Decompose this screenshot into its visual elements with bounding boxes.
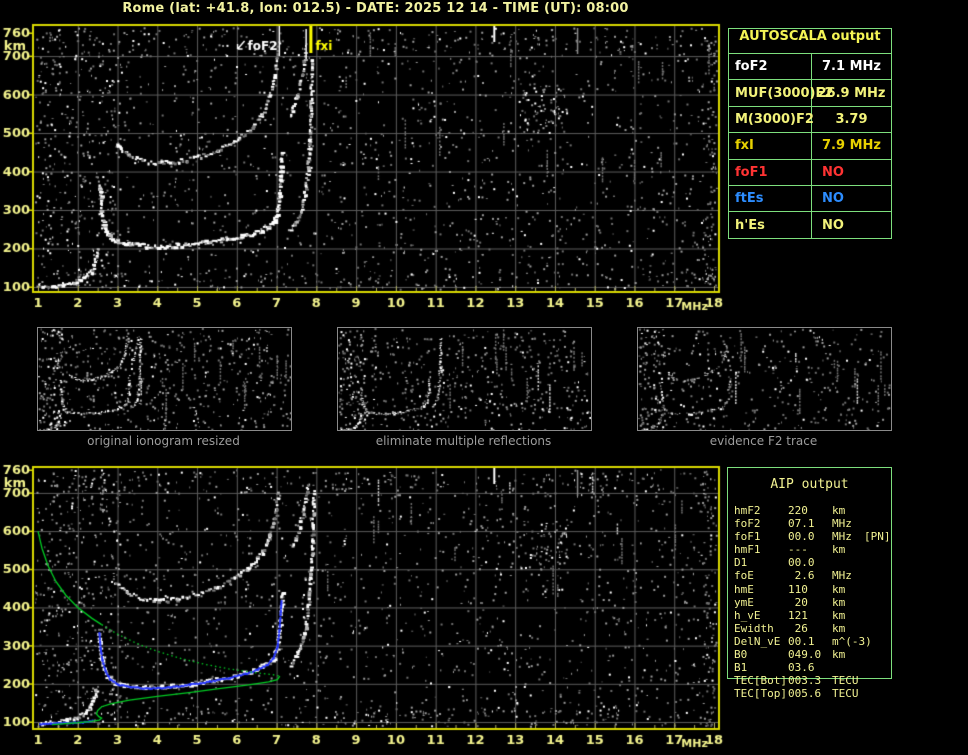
autoscala-rows: foF2 7.1 MHz MUF(3000)F2 26.9 MHz M(3000)F2 3… [729, 54, 891, 239]
autoscala-row-value: NO [822, 164, 844, 180]
aip-row: DelN_vE 00.1 m^(-3) [728, 635, 891, 648]
aip-value: 049.0 [788, 648, 822, 662]
aip-row: B1 03.6 [728, 661, 891, 674]
aip-param: hmE [734, 582, 754, 596]
aip-row: foF1 00.0 MHz [PN] [728, 530, 891, 543]
aip-value: 003.3 [788, 674, 822, 688]
aip-value: 00.0 [788, 556, 815, 570]
aip-row: hmE 110 km [728, 583, 891, 596]
aip-row: D1 00.0 [728, 556, 891, 569]
aip-value: 220 [788, 504, 808, 517]
aip-row: TEC[Top] 005.6 TECU [728, 687, 891, 700]
aip-unit: km [832, 504, 846, 517]
aip-unit: m^(-3) [832, 634, 872, 648]
aip-row: foF2 07.1 MHz [728, 517, 891, 530]
aip-param: ymE [734, 595, 754, 609]
aip-value: 00.1 [788, 634, 815, 648]
autoscala-row-label: fxI [729, 133, 812, 159]
aip-row: ymE 20 km [728, 596, 891, 609]
aip-value: 121 [788, 608, 808, 622]
aip-param: foF1 [734, 530, 761, 544]
thumbnail-original-ionogram [37, 327, 292, 431]
autoscala-row-value: 3.79 [835, 111, 868, 127]
autoscala-row-value: 7.1 MHz [822, 59, 881, 75]
aip-row: Ewidth 26 km [728, 622, 891, 635]
thumbnail-evidence-f2-trace [637, 327, 892, 431]
aip-param: hmF2 [734, 504, 761, 517]
aip-row: B0 049.0 km [728, 648, 891, 661]
autoscala-row-value: 7.9 MHz [822, 138, 881, 154]
aip-param: TEC[Top] [734, 687, 787, 701]
thumbnail-caption-original: original ionogram resized [87, 434, 240, 448]
aip-row: h_vE 121 km [728, 609, 891, 622]
aip-value: 2.6 [788, 569, 815, 583]
autoscala-row-label: ftEs [729, 185, 812, 212]
autoscala-header: AUTOSCALA output [729, 29, 891, 54]
aip-value: 110 [788, 582, 808, 596]
autoscala-row-value: NO [822, 191, 844, 207]
autoscala-row: foF1 NO [729, 159, 891, 186]
aip-unit: km [832, 648, 846, 662]
thumbnail-caption-evidence: evidence F2 trace [709, 434, 818, 448]
autoscala-panel: AUTOSCALA output foF2 7.1 MHz MUF(3000)F2 2… [728, 28, 892, 239]
autoscala-row-value: NO [822, 218, 844, 234]
aip-param: h_vE [734, 608, 761, 622]
aip-rows: hmF2 220 km foF2 07.1 MHz foF1 00.0 MHz [PN] hmF1 -… [728, 504, 891, 700]
aip-unit: km [832, 582, 846, 596]
aip-row: hmF1 --- km [728, 543, 891, 556]
aip-param: hmF1 [734, 543, 761, 557]
thumbnail-caption-eliminate: eliminate multiple reflections [375, 434, 552, 448]
aip-unit: TECU [832, 687, 859, 701]
aip-value: 005.6 [788, 687, 822, 701]
autoscala-row: M(3000)F2 3.79 [729, 106, 891, 134]
top-ionogram-canvas [0, 20, 725, 315]
aip-value: 03.6 [788, 661, 815, 675]
aip-param: D1 [734, 556, 748, 570]
aip-header: AIP output [770, 477, 849, 492]
aip-unit: km [832, 608, 846, 622]
thumbnail-eliminate-reflections [337, 327, 592, 431]
aip-unit: MHz [832, 569, 852, 583]
aip-param: foF2 [734, 517, 761, 531]
autoscala-row: foF2 7.1 MHz [729, 54, 891, 81]
aip-param: Ewidth [734, 621, 774, 635]
autoscala-row-label: MUF(3000)F2 [729, 80, 833, 106]
aip-unit: TECU [832, 674, 859, 688]
autoscala-row-value: 26.9 MHz [817, 85, 886, 101]
aip-unit: km [832, 543, 846, 557]
page-title: Rome (lat: +41.8, lon: 012.5) - DATE: 20… [122, 1, 629, 16]
aip-unit: MHz [832, 517, 852, 531]
aip-unit: km [832, 595, 846, 609]
bottom-ionogram-canvas [0, 460, 725, 755]
autoscala-row-label: foF1 [729, 159, 812, 185]
aip-param: TEC[Bot] [734, 674, 787, 688]
aip-value: 20 [788, 595, 808, 609]
autoscala-row-label: M(3000)F2 [729, 106, 814, 133]
aip-row: hmF2 220 km [728, 504, 891, 517]
autoscala-row: ftEs NO [729, 185, 891, 213]
aip-panel: AIP output hmF2 220 km foF2 07.1 MHz foF1 00.0 M… [727, 467, 892, 700]
aip-param: B0 [734, 648, 748, 662]
autoscala-row: fxI 7.9 MHz [729, 133, 891, 160]
autoscala-row: h'Es NO [729, 212, 891, 239]
aip-value: --- [788, 543, 808, 557]
aip-param: foE [734, 569, 754, 583]
aip-unit: km [832, 621, 846, 635]
aip-row: TEC[Bot] 003.3 TECU [728, 674, 891, 687]
aip-value: 07.1 [788, 517, 815, 531]
aip-note: [PN] [864, 530, 891, 544]
aip-unit: MHz [832, 530, 852, 544]
aip-value: 00.0 [788, 530, 815, 544]
aip-value: 26 [788, 621, 808, 635]
autoscala-row-label: foF2 [729, 54, 812, 80]
aip-param: DelN_vE [734, 634, 781, 648]
autoscala-row: MUF(3000)F2 26.9 MHz [729, 80, 891, 107]
aip-param: B1 [734, 661, 748, 675]
autoscala-row-label: h'Es [729, 212, 812, 239]
aip-row: foE 2.6 MHz [728, 569, 891, 582]
